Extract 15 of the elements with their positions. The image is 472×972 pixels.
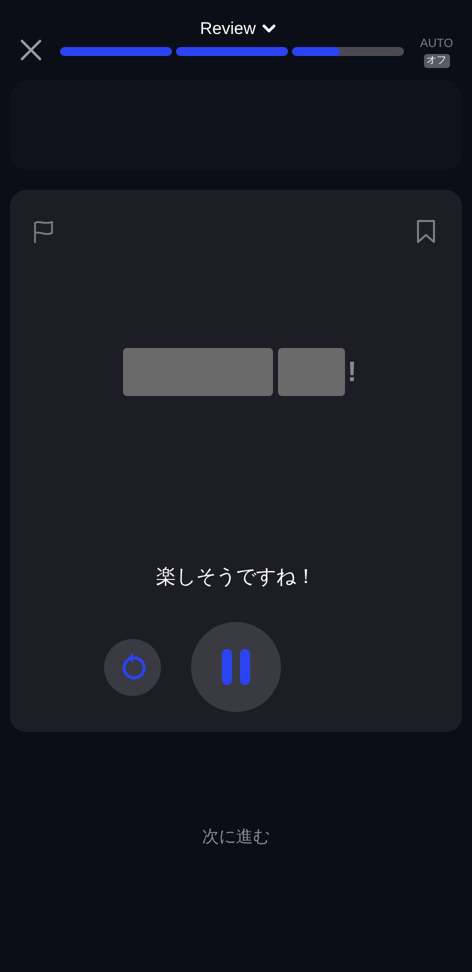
auto-label: AUTO (420, 35, 454, 52)
flag-button[interactable] (32, 220, 56, 244)
sentence-text: 楽しそうですね！ (155, 565, 317, 590)
answer-punctuation: ! (347, 355, 357, 389)
close-button[interactable] (19, 38, 43, 62)
pause-icon (221, 648, 251, 686)
bookmark-icon (416, 220, 436, 244)
replay-icon (120, 653, 146, 681)
answer-blank (278, 348, 346, 396)
title-dropdown[interactable]: Review (200, 16, 276, 42)
flag-icon (32, 220, 56, 244)
close-icon (20, 39, 42, 61)
auto-toggle[interactable]: オフ (424, 54, 450, 68)
chevron-down-icon (262, 24, 276, 34)
next-button[interactable]: 次に進む (202, 824, 270, 850)
